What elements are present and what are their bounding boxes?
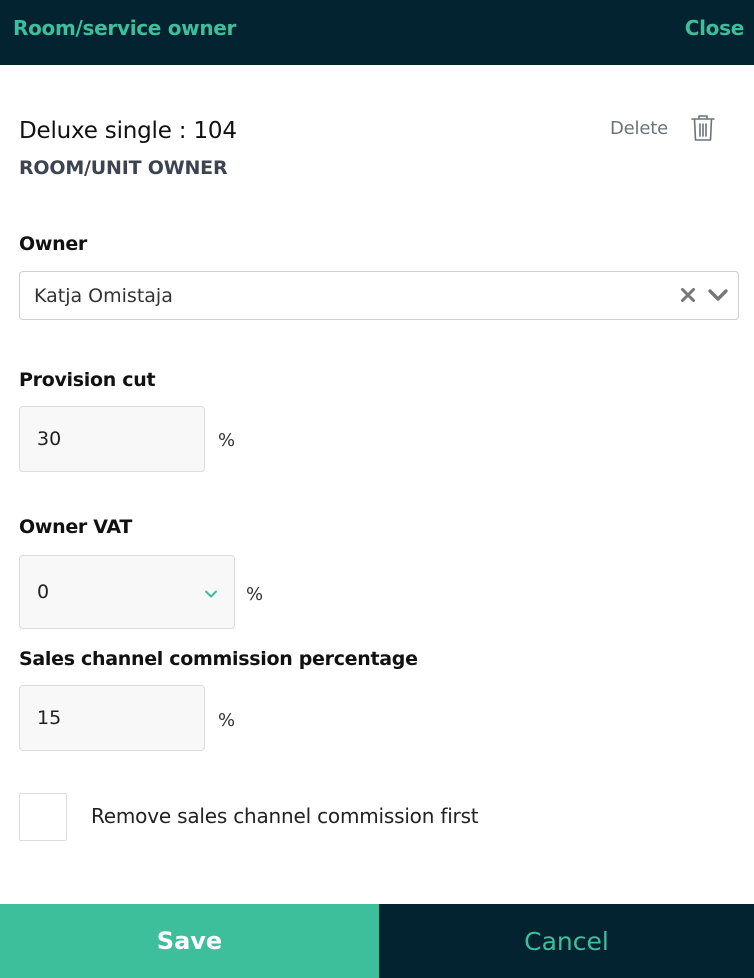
commission-label: Sales channel commission percentage xyxy=(19,648,418,670)
remove-commission-checkbox[interactable] xyxy=(19,793,67,841)
close-button[interactable]: Close xyxy=(685,16,745,40)
room-title: Deluxe single : 104 xyxy=(19,118,237,144)
provision-label: Provision cut xyxy=(19,369,156,391)
owner-label: Owner xyxy=(19,233,87,255)
save-button[interactable]: Save xyxy=(0,904,379,978)
provision-input[interactable] xyxy=(19,406,205,472)
commission-input[interactable] xyxy=(19,685,205,751)
vat-label: Owner VAT xyxy=(19,516,133,538)
vat-select[interactable]: 0 xyxy=(19,555,235,629)
owner-select-value: Katja Omistaja xyxy=(34,285,173,307)
vat-select-value: 0 xyxy=(37,581,50,603)
modal-header: Room/service owner Close xyxy=(0,0,754,65)
commission-unit: % xyxy=(218,710,236,731)
chevron-down-icon[interactable] xyxy=(707,286,729,304)
cancel-button[interactable]: Cancel xyxy=(379,904,754,978)
clear-icon[interactable] xyxy=(680,287,696,303)
provision-unit: % xyxy=(218,430,236,451)
trash-icon[interactable] xyxy=(690,113,716,143)
chevron-down-icon xyxy=(205,590,217,598)
delete-button[interactable]: Delete xyxy=(610,113,715,143)
remove-commission-label[interactable]: Remove sales channel commission first xyxy=(91,804,479,828)
vat-unit: % xyxy=(246,584,264,605)
room-subtitle: ROOM/UNIT OWNER xyxy=(19,157,228,179)
delete-label: Delete xyxy=(610,117,668,139)
modal-title: Room/service owner xyxy=(13,16,237,40)
owner-select[interactable]: Katja Omistaja xyxy=(19,271,739,320)
